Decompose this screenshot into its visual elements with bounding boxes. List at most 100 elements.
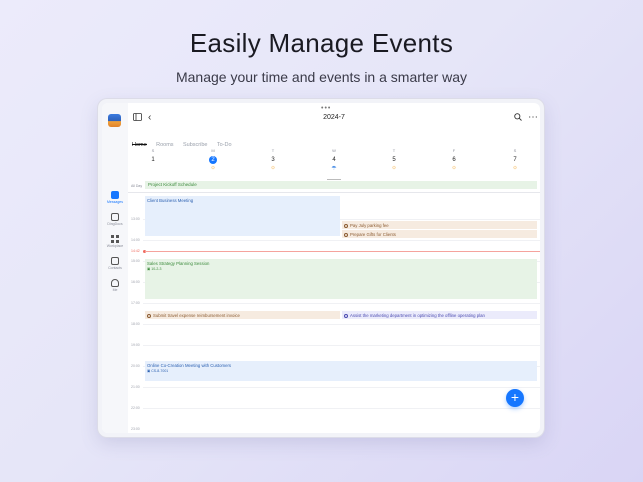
sun-icon: ☼ [451,165,457,171]
day-name: F [452,148,456,153]
day-date: 7 [513,157,517,163]
day-sun[interactable]: S 1 [138,148,168,165]
hour-label: 14:00 [131,238,140,242]
checkbox-icon[interactable] [344,224,348,228]
hour-label: 16:00 [131,280,140,284]
workplace-icon [111,235,119,243]
day-date: 5 [392,157,396,163]
sidebar-item-label: Contacts [108,266,122,270]
hour-label: 21:00 [131,385,140,389]
current-time-label: 14:42 [131,249,140,253]
day-date-today: 2 [209,156,217,164]
day-mon[interactable]: M 2 ☼ [198,148,228,171]
event-sales-session[interactable]: Sales Strategy Planning Session ▣ 10-2-3 [145,259,537,299]
todo-assist-marketing[interactable]: Assist the marketing department in optim… [342,311,537,319]
day-name: M [211,148,215,153]
hour-label: 23:00 [131,427,140,431]
sidebar-item-label: Workplace [106,244,124,248]
sun-icon: ☼ [210,165,216,171]
hour-label: 19:00 [131,343,140,347]
hour-line [143,303,540,304]
time-grid: 13:00 14:00 15:00 16:00 17:00 18:00 19:0… [128,193,540,433]
add-event-button[interactable]: + [506,389,524,407]
day-fri[interactable]: F 6 ☼ [439,148,469,171]
event-client-meeting[interactable]: Client Business Meeting [145,196,340,236]
sun-icon: ☼ [391,165,397,171]
hour-line [143,324,540,325]
hour-label: 20:00 [131,364,140,368]
day-date: 6 [452,157,456,163]
sun-icon: ☼ [270,165,276,171]
sun-icon: ☼ [512,165,518,171]
hour-label: 17:00 [131,301,140,305]
month-title[interactable]: 2024-7 [128,114,540,121]
sidebar-toggle-icon[interactable] [133,112,142,126]
room-label: 10-2-3 [151,267,162,271]
event-title: Assist the marketing department in optim… [350,313,485,318]
search-icon[interactable] [514,112,522,126]
day-thu[interactable]: T 5 ☼ [379,148,409,171]
sidebar-item-messages[interactable]: Messages [102,191,128,204]
docs-icon [111,213,119,221]
day-date: 1 [151,157,155,163]
calendar-tabs: Home Rooms Subscribe To-Do [132,133,237,148]
todo-submit-invoice[interactable]: Submit travel expense reimbursement invo… [145,311,340,319]
promo-subline: Manage your time and events in a smarter… [175,69,468,85]
allday-event[interactable]: Project Kickoff Schedule [145,181,537,189]
profile-icon [111,279,119,287]
day-tue[interactable]: T 3 ☼ [258,148,288,171]
messages-icon [111,191,119,199]
hour-label: 15:00 [131,259,140,263]
todo-pay-parking[interactable]: Pay July parking fee [342,221,537,229]
selected-day-indicator [327,179,341,180]
event-room: ▣ 10-2-3 [147,267,535,272]
back-icon[interactable]: ‹ [148,111,151,125]
more-icon[interactable]: ⋯ [528,111,538,125]
app-logo[interactable] [108,114,121,127]
promo-headline: Easily Manage Events [189,28,454,58]
tablet-frame: ••• Messages DingDocs Workplace Contacts [98,99,544,437]
hour-label: 18:00 [131,322,140,326]
event-title: Sales Strategy Planning Session [147,261,210,266]
event-title: Submit travel expense reimbursement invo… [153,313,240,318]
allday-label: All Day [131,184,143,188]
event-room: ▣ CS-8-7001 [147,369,535,374]
active-tab-indicator [132,144,147,145]
event-title: Client Business Meeting [147,198,194,203]
checkbox-icon[interactable] [344,233,348,237]
day-name: T [392,148,396,153]
todo-prepare-gifts[interactable]: Prepare Gifts for Clients [342,230,537,238]
hour-line [143,240,540,241]
multitask-dots[interactable]: ••• [321,105,331,112]
sidebar-item-label: Messages [107,200,123,204]
day-name: S [151,148,155,153]
sidebar-item-workplace[interactable]: Workplace [102,235,128,248]
hour-line [143,345,540,346]
day-date: 4 [332,157,336,163]
day-wed[interactable]: W 4 ☂ [319,148,349,172]
day-date: 3 [271,157,275,163]
calendar-toolbar: 2024-7 ‹ ⋯ [128,112,540,126]
day-name: S [513,148,517,153]
sidebar-item-me[interactable]: Me [102,279,128,292]
sidebar-item-label: DingDocs [107,222,123,226]
current-time-line [145,251,540,252]
contacts-icon [111,257,119,265]
day-sat[interactable]: S 7 ☼ [500,148,530,171]
event-title: Prepare Gifts for Clients [350,232,396,237]
checkbox-icon[interactable] [147,314,151,318]
event-online-meeting[interactable]: Online Co-Creation Meeting with Customer… [145,361,537,381]
day-name: W [332,148,336,153]
hour-label: 13:00 [131,217,140,221]
hour-line [143,387,540,388]
event-title: Online Co-Creation Meeting with Customer… [147,363,232,368]
calendar-app-screen: ••• Messages DingDocs Workplace Contacts [102,103,540,433]
day-name: T [271,148,275,153]
hour-line [143,408,540,409]
week-strip: S 1 M 2 ☼ T 3 ☼ W 4 ☂ T 5 ☼ F 6 ☼ S 7 ☼ [128,148,540,180]
checkbox-icon[interactable] [344,314,348,318]
sidebar-item-dingdocs[interactable]: DingDocs [102,213,128,226]
room-label: CS-8-7001 [151,369,169,373]
sidebar-item-contacts[interactable]: Contacts [102,257,128,270]
rain-icon: ☂ [331,166,337,172]
